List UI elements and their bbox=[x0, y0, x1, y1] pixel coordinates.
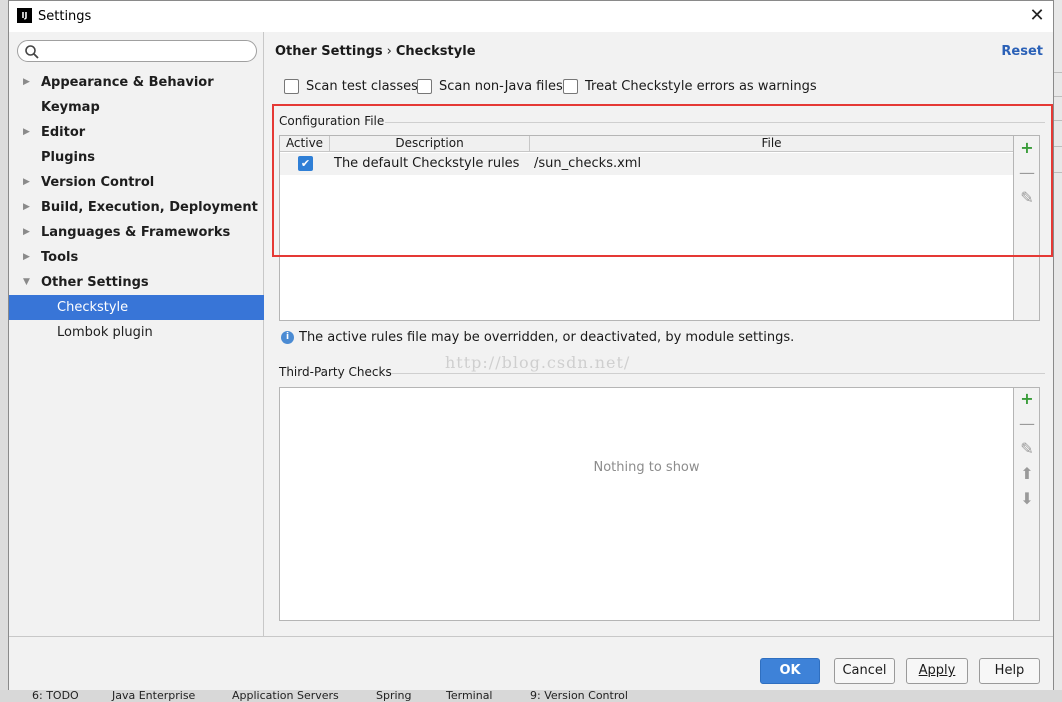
treat-errors-as-warnings-checkbox[interactable] bbox=[563, 79, 578, 94]
column-header-file[interactable]: File bbox=[530, 136, 1013, 152]
background-taskbar: 6: TODO Java Enterprise Application Serv… bbox=[0, 690, 1062, 702]
taskbar-item[interactable]: 9: Version Control bbox=[530, 690, 628, 702]
checkbox-label: Scan test classes bbox=[306, 79, 418, 94]
sidebar-item-appearance-behavior[interactable]: ▶ Appearance & Behavior bbox=[9, 70, 264, 95]
background-fragment bbox=[1054, 96, 1062, 120]
third-party-checks-group-title: Third-Party Checks bbox=[279, 365, 392, 379]
chevron-right-icon: ▶ bbox=[23, 177, 30, 187]
sidebar-item-label: Keymap bbox=[41, 100, 100, 115]
configuration-toolbar: + — ✎ bbox=[1014, 135, 1040, 321]
cancel-button[interactable]: Cancel bbox=[834, 658, 895, 684]
sidebar-item-label: Plugins bbox=[41, 150, 95, 165]
breadcrumb: Other Settings › Checkstyle bbox=[275, 44, 476, 59]
sidebar-item-label: Other Settings bbox=[41, 275, 149, 290]
sidebar-item-version-control[interactable]: ▶ Version Control bbox=[9, 170, 264, 195]
move-down-icon[interactable]: ⬇ bbox=[1019, 491, 1035, 507]
configuration-file-table: Active Description File ✔ The default Ch… bbox=[279, 135, 1014, 321]
taskbar-item[interactable]: Application Servers bbox=[232, 690, 339, 702]
sidebar-item-editor[interactable]: ▶ Editor bbox=[9, 120, 264, 145]
remove-icon[interactable]: — bbox=[1019, 165, 1035, 181]
column-header-active[interactable]: Active bbox=[280, 136, 330, 152]
watermark: http://blog.csdn.net/ bbox=[445, 353, 631, 372]
ok-button[interactable]: OK bbox=[760, 658, 820, 684]
sidebar-item-keymap[interactable]: Keymap bbox=[9, 95, 264, 120]
window-title: Settings bbox=[38, 9, 92, 24]
edit-pencil-icon[interactable]: ✎ bbox=[1019, 441, 1035, 457]
sidebar-item-label: Languages & Frameworks bbox=[41, 225, 231, 240]
intellij-logo-icon: IJ bbox=[17, 8, 32, 23]
sidebar-item-lombok-plugin[interactable]: Lombok plugin bbox=[9, 320, 264, 345]
sidebar-item-label: Tools bbox=[41, 250, 79, 265]
background-fragment bbox=[1054, 172, 1062, 196]
info-text: The active rules file may be overridden,… bbox=[299, 330, 795, 345]
group-divider bbox=[391, 373, 1045, 374]
help-button[interactable]: Help bbox=[979, 658, 1040, 684]
active-checkbox[interactable]: ✔ bbox=[298, 156, 313, 171]
sidebar-item-label: Lombok plugin bbox=[57, 325, 153, 340]
sidebar-item-build-execution-deployment[interactable]: ▶ Build, Execution, Deployment bbox=[9, 195, 264, 220]
move-up-icon[interactable]: ⬆ bbox=[1019, 466, 1035, 482]
sidebar-item-label: Appearance & Behavior bbox=[41, 75, 214, 90]
search-input[interactable] bbox=[17, 40, 257, 62]
sidebar-item-label: Build, Execution, Deployment bbox=[41, 200, 258, 215]
sidebar-item-label: Editor bbox=[41, 125, 86, 140]
column-header-description[interactable]: Description bbox=[330, 136, 530, 152]
settings-sidebar: ▶ Appearance & Behavior Keymap ▶ Editor … bbox=[9, 32, 264, 636]
reset-link[interactable]: Reset bbox=[1001, 44, 1043, 59]
breadcrumb-parent[interactable]: Other Settings bbox=[275, 44, 383, 59]
remove-icon[interactable]: — bbox=[1019, 416, 1035, 432]
edit-pencil-icon[interactable]: ✎ bbox=[1019, 190, 1035, 206]
chevron-right-icon: ▶ bbox=[23, 77, 30, 87]
sidebar-item-checkstyle[interactable]: Checkstyle bbox=[9, 295, 264, 320]
background-fragment bbox=[1054, 146, 1062, 170]
settings-dialog: IJ Settings ✕ ▶ Appearance & Behavior Ke… bbox=[8, 0, 1054, 690]
table-header: Active Description File bbox=[280, 136, 1013, 152]
taskbar-item[interactable]: 6: TODO bbox=[32, 690, 79, 702]
row-file: /sun_checks.xml bbox=[534, 156, 642, 171]
add-icon[interactable]: + bbox=[1019, 140, 1035, 156]
chevron-right-icon: ▶ bbox=[23, 227, 30, 237]
background-ide-left-strip bbox=[0, 0, 8, 702]
taskbar-item[interactable]: Spring bbox=[376, 690, 412, 702]
sidebar-item-tools[interactable]: ▶ Tools bbox=[9, 245, 264, 270]
chevron-down-icon: ▼ bbox=[23, 277, 30, 287]
apply-button[interactable]: Apply bbox=[906, 658, 968, 684]
empty-state-text: Nothing to show bbox=[593, 460, 700, 475]
add-icon[interactable]: + bbox=[1019, 391, 1035, 407]
row-description: The default Checkstyle rules bbox=[334, 156, 520, 171]
dialog-footer: OK Cancel Apply Help bbox=[9, 636, 1053, 690]
info-icon: i bbox=[281, 331, 294, 344]
scan-test-classes-checkbox[interactable] bbox=[284, 79, 299, 94]
taskbar-item[interactable]: Java Enterprise bbox=[112, 690, 195, 702]
chevron-right-icon: ▶ bbox=[23, 127, 30, 137]
sidebar-item-label: Checkstyle bbox=[57, 300, 129, 315]
sidebar-item-languages-frameworks[interactable]: ▶ Languages & Frameworks bbox=[9, 220, 264, 245]
sidebar-item-label: Version Control bbox=[41, 175, 155, 190]
breadcrumb-separator: › bbox=[386, 44, 392, 59]
checkbox-label: Scan non-Java files bbox=[439, 79, 563, 94]
chevron-right-icon: ▶ bbox=[23, 202, 30, 212]
background-ide-right-strip bbox=[1054, 0, 1062, 702]
third-party-checks-table: Nothing to show bbox=[279, 387, 1014, 621]
group-divider bbox=[385, 122, 1045, 123]
scan-non-java-checkbox[interactable] bbox=[417, 79, 432, 94]
third-party-toolbar: + — ✎ ⬆ ⬇ bbox=[1014, 387, 1040, 621]
apply-button-label: Apply bbox=[918, 663, 956, 678]
taskbar-item[interactable]: Terminal bbox=[446, 690, 493, 702]
title-bar: IJ Settings ✕ bbox=[9, 1, 1053, 32]
sidebar-item-other-settings[interactable]: ▼ Other Settings bbox=[9, 270, 264, 295]
background-fragment bbox=[1054, 72, 1062, 96]
search-icon bbox=[25, 45, 39, 59]
settings-content-panel: Other Settings › Checkstyle Reset Scan tes… bbox=[265, 32, 1053, 636]
close-button[interactable]: ✕ bbox=[1023, 3, 1051, 29]
table-row[interactable]: ✔ The default Checkstyle rules /sun_chec… bbox=[280, 153, 1013, 175]
chevron-right-icon: ▶ bbox=[23, 252, 30, 262]
sidebar-item-plugins[interactable]: Plugins bbox=[9, 145, 264, 170]
breadcrumb-current: Checkstyle bbox=[395, 44, 476, 59]
checkbox-label: Treat Checkstyle errors as warnings bbox=[585, 79, 817, 94]
background-fragment bbox=[1054, 120, 1062, 144]
configuration-file-group-title: Configuration File bbox=[279, 114, 385, 128]
